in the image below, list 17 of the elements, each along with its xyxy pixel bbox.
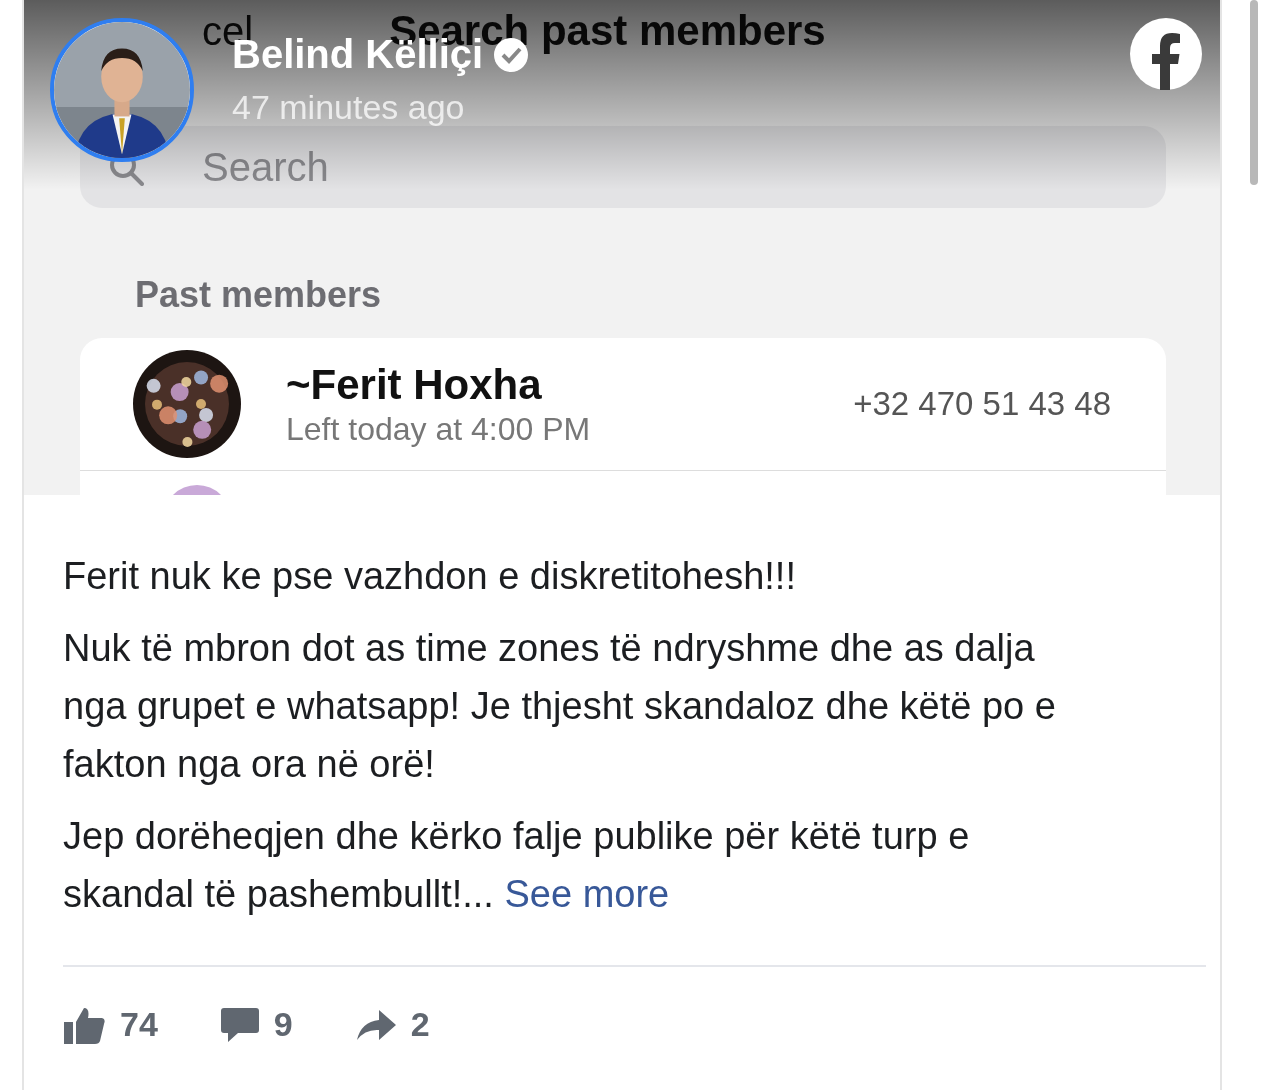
thumbs-up-icon[interactable] xyxy=(64,1005,106,1044)
comment-count: 9 xyxy=(273,1005,293,1044)
post-paragraph: Nuk të mbron dot as time zones të ndryshme dhe as dalja nga grupet e whatsapp! Je thjesht skandaloz dhe këtë po e fakton nga ora në orë! xyxy=(63,626,1057,787)
facebook-logo[interactable] xyxy=(1130,18,1202,90)
share-arrow-icon[interactable] xyxy=(354,1007,397,1042)
share-count: 2 xyxy=(410,1005,430,1044)
like-count: 74 xyxy=(120,1005,158,1044)
comment-icon[interactable] xyxy=(219,1005,260,1044)
member-name: ~Ferit Hoxha xyxy=(286,360,543,409)
see-more-link[interactable]: See more xyxy=(504,873,670,915)
post-paragraph: Ferit nuk ke pse vazhdon e diskretitohesh!!! xyxy=(63,554,797,599)
scrollbar[interactable] xyxy=(1250,0,1258,185)
member-status: Left today at 4:00 PM xyxy=(286,410,592,448)
phone-number: +32 470 51 43 48 xyxy=(853,385,1111,423)
section-heading: Past members xyxy=(135,274,383,316)
search-field[interactable]: Search xyxy=(80,126,1166,208)
post-paragraph: Jep dorëheqjen dhe kërko falje publike për këtë turp e skandal të pashembullt!... See more xyxy=(63,814,971,917)
